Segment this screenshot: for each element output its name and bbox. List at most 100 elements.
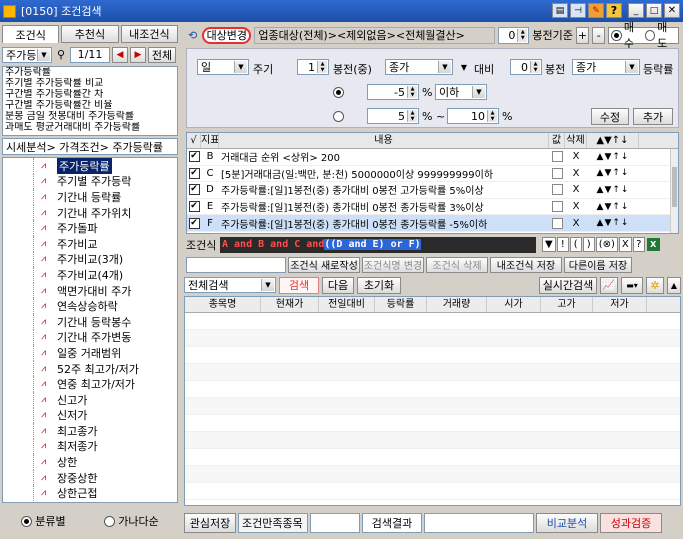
delete-icon[interactable]: X bbox=[565, 184, 587, 195]
tree-item[interactable]: ⩘ 상한 bbox=[3, 454, 177, 470]
period-select[interactable]: 일 ▼ bbox=[197, 59, 249, 75]
action-button[interactable]: 조건식 새로작성 bbox=[288, 256, 360, 273]
formula-op-button[interactable]: ? bbox=[632, 237, 645, 252]
minus-button[interactable]: - bbox=[592, 26, 606, 44]
radio-alphabetical[interactable]: 가나다순 bbox=[104, 513, 159, 529]
row-checkbox[interactable]: ✔ bbox=[188, 217, 200, 229]
tree-item[interactable]: ⩘ 주가등락률 bbox=[3, 158, 177, 174]
bong-input[interactable]: 1 ▲ ▼ bbox=[297, 59, 329, 75]
table-scrollbar[interactable] bbox=[670, 149, 678, 233]
scroll-up-icon[interactable]: ▲ bbox=[667, 276, 681, 294]
range1-op-select[interactable]: 이하 ▼ bbox=[435, 84, 487, 100]
range1-input[interactable]: -5 ▲ ▼ bbox=[367, 84, 419, 100]
row-checkbox[interactable]: ✔ bbox=[188, 201, 200, 213]
range2-to-input[interactable]: 10 ▲ ▼ bbox=[447, 108, 499, 124]
price-type-select[interactable]: 종가 ▼ bbox=[385, 59, 453, 75]
tree-item[interactable]: ⩘ 주가비교(3개) bbox=[3, 251, 177, 268]
action-button[interactable]: 다른이름 저장 bbox=[564, 256, 632, 273]
range2-from-input[interactable]: 5 ▲ ▼ bbox=[367, 108, 419, 124]
value-checkbox[interactable] bbox=[551, 151, 563, 163]
table-row[interactable]: ✔ F 주가등락률:[일]1봉전(중) 종가대비 0봉전 종가등락률 -5%이하 X ▲… bbox=[187, 215, 678, 232]
spinner-icon[interactable]: ▲ ▼ bbox=[530, 61, 540, 73]
radio-by-category[interactable]: 분류별 bbox=[21, 513, 66, 529]
performance-verify-button[interactable]: 성과검증 bbox=[600, 513, 662, 533]
menu-icon[interactable]: ▬▾ bbox=[621, 276, 643, 294]
edit-button[interactable]: 수정 bbox=[591, 108, 629, 125]
tree-item[interactable]: ⩘ 최고종가 bbox=[3, 423, 177, 439]
all-button[interactable]: 전체 bbox=[148, 46, 176, 63]
formula-op-button[interactable]: ) bbox=[582, 237, 595, 252]
column-header[interactable]: 고가 bbox=[541, 297, 593, 312]
radio-range-between[interactable] bbox=[333, 111, 344, 122]
action-button[interactable]: 조건식명 변경 bbox=[362, 256, 424, 273]
pin-icon[interactable]: ⊣ bbox=[570, 3, 586, 18]
spinner-icon[interactable]: ▲ ▼ bbox=[407, 110, 417, 122]
tree-item[interactable]: ⩘ 주가비교 bbox=[3, 235, 177, 252]
move-arrows[interactable]: ▲▼↑↓ bbox=[587, 218, 639, 228]
delete-icon[interactable]: X bbox=[565, 168, 587, 179]
list-item[interactable]: 구간별 주가등락률간 차 bbox=[3, 89, 177, 100]
formula-op-button[interactable]: ▼ bbox=[542, 237, 556, 252]
table-row[interactable]: ✔ C [5분]거래대금(일:백만, 분:천) 5000000이상 99999999… bbox=[187, 166, 678, 183]
row-checkbox[interactable]: ✔ bbox=[188, 184, 200, 196]
radio-sell[interactable] bbox=[644, 29, 656, 41]
title-bar[interactable]: [0150] 조건검색 ▤ ⊣ ✎ ? _ □ ✕ bbox=[0, 0, 683, 22]
tree-item[interactable]: ⩘ 상한근접 bbox=[3, 485, 177, 502]
tree-item[interactable]: ⩘ 액면가대비 주가 bbox=[3, 282, 177, 299]
delete-icon[interactable]: X bbox=[565, 201, 587, 212]
spinner-icon[interactable]: ▲ ▼ bbox=[407, 86, 417, 98]
tree-item[interactable]: ⩘ 주가돌파 bbox=[3, 220, 177, 236]
search-button[interactable]: 검색 bbox=[279, 276, 319, 294]
value-checkbox[interactable] bbox=[551, 184, 563, 196]
close-icon[interactable]: ✕ bbox=[664, 3, 680, 18]
spinner-icon[interactable]: ▲ ▼ bbox=[487, 110, 497, 122]
move-arrows[interactable]: ▲▼↑↓ bbox=[587, 168, 639, 178]
value-checkbox[interactable] bbox=[551, 201, 563, 213]
pen-icon[interactable]: ✎ bbox=[588, 3, 604, 18]
excel-icon[interactable]: X bbox=[646, 238, 660, 251]
scrollbar-thumb[interactable] bbox=[672, 167, 677, 207]
list-item[interactable]: 주기별 주가등락률 비교 bbox=[3, 78, 177, 89]
tree-item[interactable]: ⩘ 장중상한 bbox=[3, 469, 177, 486]
value-checkbox[interactable] bbox=[551, 167, 563, 179]
tree-item[interactable]: ⩘ 연중 최고가/저가 bbox=[3, 376, 177, 392]
change-target-button[interactable]: 대상변경 bbox=[202, 26, 252, 44]
action-button[interactable]: 내조건식 저장 bbox=[490, 256, 562, 273]
column-header[interactable]: 종목명 bbox=[185, 297, 261, 312]
plus-button[interactable]: + bbox=[575, 26, 590, 44]
list-item[interactable]: 구간별 주가등락률간 비율 bbox=[3, 100, 177, 111]
formula-op-button[interactable]: ! bbox=[556, 237, 569, 252]
compare-analysis-button[interactable]: 비교분석 bbox=[536, 513, 598, 533]
next-page-icon[interactable]: ▶ bbox=[130, 46, 146, 63]
value-checkbox[interactable] bbox=[551, 217, 563, 229]
formula-text[interactable]: A and B and C and ((D and E) or F) bbox=[220, 236, 536, 253]
row-checkbox[interactable]: ✔ bbox=[188, 167, 200, 179]
tree-item[interactable]: ⩘ 기간내 주가변동 bbox=[3, 329, 177, 346]
realtime-search-button[interactable]: 실시간검색 bbox=[539, 276, 597, 294]
spinner-icon[interactable]: ▲ ▼ bbox=[517, 28, 528, 42]
spinner-icon[interactable]: ▲ ▼ bbox=[317, 61, 327, 73]
delete-icon[interactable]: X bbox=[565, 151, 587, 162]
tree-item[interactable]: ⩘ 주기별 주가등락 bbox=[3, 173, 177, 190]
tree-item[interactable]: ⩘ 기간내 주가위치 bbox=[3, 204, 177, 221]
refresh-icon[interactable]: ⟲ bbox=[186, 28, 199, 42]
next-button[interactable]: 다음 bbox=[322, 276, 354, 294]
chart-icon[interactable]: 📈 bbox=[600, 276, 618, 294]
tree-item[interactable]: ⩘ 최저종가 bbox=[3, 438, 177, 455]
formula-op-button[interactable]: (⊗) bbox=[595, 237, 618, 252]
condition-tree[interactable]: ⩘ 주가등락률 ⩘ 주기별 주가등락 ⩘ 기간내 등락률 ⩘ 기간내 주가위치 ⩘ 주가돌파 ⩘ 주가… bbox=[2, 157, 178, 503]
move-arrows[interactable]: ▲▼↑↓ bbox=[587, 152, 639, 162]
list-item[interactable]: 과매도 평균거래대비 주가등락률 bbox=[3, 122, 177, 133]
category-select[interactable]: 주가등락 ▼ bbox=[2, 46, 52, 63]
tab-recommend[interactable]: 추천식 bbox=[61, 25, 119, 43]
condition-list[interactable]: 주가등락률 주기별 주가등락률 비교 구간별 주가등락률간 차 구간별 주가등락률간 … bbox=[2, 66, 178, 136]
compare-bong-input[interactable]: 0 ▲ ▼ bbox=[510, 59, 542, 75]
column-header[interactable]: 저가 bbox=[593, 297, 647, 312]
column-header[interactable]: 전일대비 bbox=[319, 297, 375, 312]
scope-select[interactable]: 전체검색 ▼ bbox=[184, 277, 276, 293]
table-row[interactable]: ✔ B 거래대금 순위 <상위> 200 X ▲▼↑↓ bbox=[187, 149, 678, 166]
table-row[interactable]: ✔ D 주가등락률:[일]1봉전(중) 종가대비 0봉전 고가등락률 5%이상 X ▲▼… bbox=[187, 182, 678, 199]
maximize-icon[interactable]: □ bbox=[646, 3, 662, 18]
prev-page-icon[interactable]: ◀ bbox=[112, 46, 128, 63]
search-icon[interactable]: ⚲ bbox=[54, 48, 68, 61]
